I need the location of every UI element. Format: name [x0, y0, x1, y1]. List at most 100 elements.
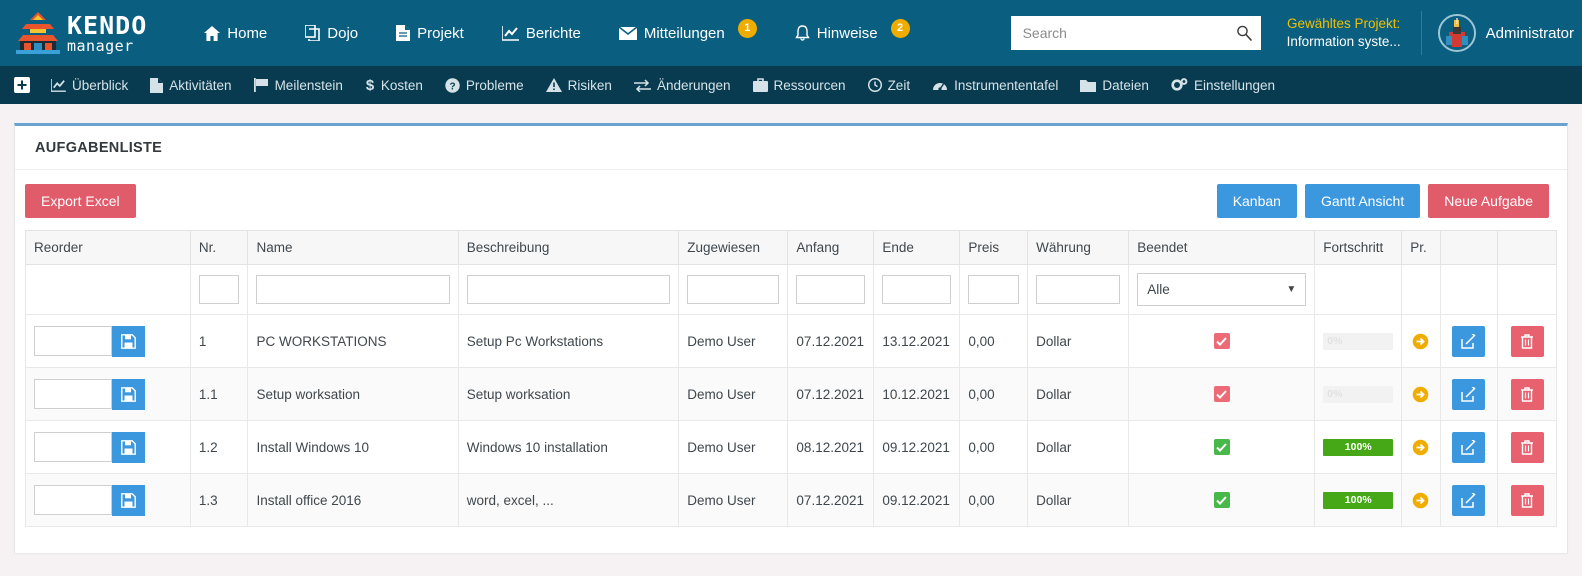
nav-label-projekt: Projekt	[417, 24, 464, 42]
edit-row-button[interactable]	[1452, 325, 1486, 357]
col-header-reorder[interactable]: Reorder	[25, 230, 191, 265]
reorder-input[interactable]	[34, 379, 112, 409]
edit-row-button[interactable]	[1452, 378, 1486, 410]
app-logo[interactable]: KENDO manager	[12, 9, 147, 57]
selected-project-name: Information syste...	[1286, 34, 1401, 49]
nav-item-berichte[interactable]: Berichte	[483, 0, 600, 66]
subnav-item-ressourcen[interactable]: Ressourcen	[742, 66, 857, 104]
save-row-button[interactable]	[112, 431, 145, 463]
subnav-item-kosten[interactable]: $ Kosten	[354, 66, 434, 104]
exchange-icon	[633, 78, 651, 92]
status-checkbox-checked[interactable]	[1213, 439, 1230, 455]
filter-input-beschreibung[interactable]	[466, 275, 671, 304]
nav-item-mitteilungen[interactable]: Mitteilungen 1	[600, 0, 776, 66]
samurai-avatar-icon	[1439, 16, 1474, 50]
col-header-zugewiesen[interactable]: Zugewiesen	[678, 230, 789, 265]
username-label[interactable]: Administrator	[1486, 25, 1574, 42]
filter-input-waehrung[interactable]	[1036, 275, 1121, 304]
col-header-waehrung[interactable]: Währung	[1027, 230, 1130, 265]
avatar[interactable]	[1437, 14, 1476, 52]
table-row[interactable]: 1.2 Install Windows 10 Windows 10 instal…	[25, 420, 1557, 474]
col-header-beendet[interactable]: Beendet	[1128, 230, 1316, 265]
delete-row-button[interactable]	[1510, 484, 1544, 516]
subnav-item-anderungen[interactable]: Änderungen	[623, 66, 742, 104]
plus-square-icon	[14, 77, 30, 93]
status-checkbox-unchecked[interactable]	[1213, 333, 1230, 349]
search-input[interactable]	[1010, 16, 1261, 50]
filter-input-preis[interactable]	[968, 275, 1020, 304]
progress-bar: 100%	[1323, 438, 1394, 456]
edit-row-button[interactable]	[1452, 431, 1486, 463]
col-header-anfang[interactable]: Anfang	[787, 230, 875, 265]
delete-row-button[interactable]	[1510, 325, 1544, 357]
subnav-item-aktivitaten[interactable]: Aktivitäten	[139, 66, 242, 104]
subnav-item-zeit[interactable]: Zeit	[857, 66, 922, 104]
arrow-circle-right-icon[interactable]	[1412, 492, 1429, 509]
status-checkbox-checked[interactable]	[1213, 492, 1230, 508]
col-header-ende[interactable]: Ende	[873, 230, 961, 265]
subnav-add-button[interactable]	[6, 66, 40, 104]
cell-reorder	[25, 420, 191, 474]
subnav-label-risiken: Risiken	[567, 77, 612, 93]
reorder-input[interactable]	[34, 432, 112, 462]
col-header-nr[interactable]: Nr.	[189, 230, 249, 265]
nav-item-home[interactable]: Home	[185, 0, 286, 66]
filter-select-beendet[interactable]: Alle ▼	[1137, 273, 1307, 306]
arrow-circle-right-icon[interactable]	[1412, 333, 1429, 350]
cell-preis: 0,00	[959, 420, 1029, 474]
filter-input-ende[interactable]	[882, 275, 952, 304]
subnav-item-instrumententafel[interactable]: Instrumententafel	[921, 66, 1069, 104]
nav-item-hinweise[interactable]: Hinweise 2	[776, 0, 929, 66]
cell-name: Install office 2016	[247, 473, 459, 527]
status-checkbox-unchecked[interactable]	[1213, 386, 1230, 402]
svg-text:?: ?	[449, 81, 455, 92]
selected-project[interactable]: Gewähltes Projekt: Information syste...	[1287, 15, 1421, 51]
nav-item-dojo[interactable]: Dojo	[286, 0, 377, 66]
delete-row-button[interactable]	[1510, 431, 1544, 463]
reorder-input[interactable]	[34, 485, 112, 515]
subnav-item-probleme[interactable]: ? Probleme	[434, 66, 535, 104]
search-box[interactable]	[1010, 16, 1261, 50]
subnav-item-dateien[interactable]: Dateien	[1069, 66, 1160, 104]
gantt-view-button[interactable]: Gantt Ansicht	[1304, 184, 1421, 218]
trash-icon	[1521, 386, 1534, 402]
delete-row-button[interactable]	[1510, 378, 1544, 410]
filter-cell-preis	[959, 264, 1029, 315]
filter-input-nr[interactable]	[198, 275, 240, 304]
col-header-pr[interactable]: Pr.	[1401, 230, 1441, 265]
subnav-item-uberblick[interactable]: Überblick	[40, 66, 139, 104]
subnav-item-risiken[interactable]: Risiken	[535, 66, 623, 104]
export-excel-button[interactable]: Export Excel	[25, 184, 136, 218]
cell-anfang: 08.12.2021	[787, 420, 875, 474]
arrow-circle-right-icon[interactable]	[1412, 386, 1429, 403]
subnav-item-einstellungen[interactable]: Einstellungen	[1160, 66, 1286, 104]
edit-row-button[interactable]	[1452, 484, 1486, 516]
table-row[interactable]: 1.1 Setup worksation Setup worksation De…	[25, 367, 1557, 421]
table-row[interactable]: 1.3 Install office 2016 word, excel, ...…	[25, 473, 1557, 527]
table-row[interactable]: 1 PC WORKSTATIONS Setup Pc Workstations …	[25, 314, 1557, 368]
kanban-button[interactable]: Kanban	[1216, 184, 1297, 218]
svg-text:$: $	[366, 77, 375, 93]
col-header-fortschritt[interactable]: Fortschritt	[1314, 230, 1403, 265]
filter-input-zugewiesen[interactable]	[687, 275, 780, 304]
save-row-button[interactable]	[112, 378, 145, 410]
cell-name: Setup worksation	[247, 367, 459, 421]
filter-input-name[interactable]	[256, 275, 450, 304]
filter-input-anfang[interactable]	[796, 275, 866, 304]
col-header-name[interactable]: Name	[247, 230, 459, 265]
col-header-preis[interactable]: Preis	[959, 230, 1029, 265]
cell-zugewiesen: Demo User	[678, 473, 789, 527]
new-task-button[interactable]: Neue Aufgabe	[1428, 184, 1549, 218]
cell-delete	[1497, 314, 1557, 368]
nav-label-berichte: Berichte	[525, 24, 581, 42]
task-table-container: Reorder Nr. Name Beschreibung Zugewiesen…	[15, 230, 1567, 527]
cell-preis: 0,00	[959, 367, 1029, 421]
subnav-item-meilenstein[interactable]: Meilenstein	[243, 66, 354, 104]
check-icon	[1216, 336, 1227, 346]
save-row-button[interactable]	[112, 484, 145, 516]
save-row-button[interactable]	[112, 325, 145, 357]
nav-item-projekt[interactable]: Projekt	[377, 0, 483, 66]
arrow-circle-right-icon[interactable]	[1412, 439, 1429, 456]
col-header-beschreibung[interactable]: Beschreibung	[457, 230, 680, 265]
reorder-input[interactable]	[34, 326, 112, 356]
